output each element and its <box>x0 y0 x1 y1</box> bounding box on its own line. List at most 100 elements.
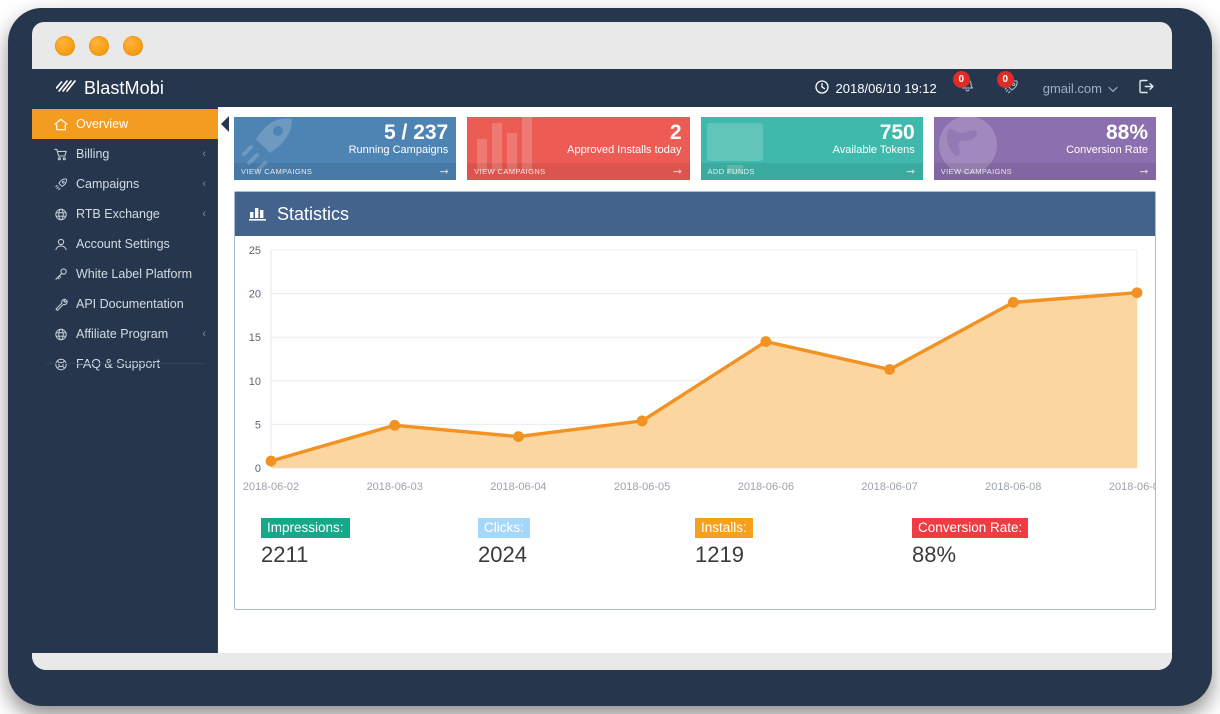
metric-value: 2211 <box>261 542 309 567</box>
statistics-area-chart[interactable]: 0 5 10 15 20 25 2018-06-02 2018-06-03 2018-06-04… <box>235 236 1155 514</box>
metric-label: Conversion Rate: <box>912 518 1029 538</box>
sidebar-label: Overview <box>76 117 129 131</box>
sidebar-label: API Documentation <box>76 297 184 311</box>
stat-card-action-label: VIEW CAMPAIGNS <box>940 167 1013 176</box>
user-icon <box>54 238 74 251</box>
data-point <box>1131 287 1143 299</box>
key-icon <box>54 267 74 281</box>
sidebar-label: Affiliate Program <box>76 327 169 341</box>
sidebar-label: FAQ & Support <box>76 357 161 371</box>
stat-card-value: 750 <box>879 121 915 144</box>
chevron-left-icon: ‹ <box>202 208 206 220</box>
stat-card-label: Conversion Rate <box>1066 144 1148 156</box>
wrench-icon <box>54 298 74 311</box>
sidebar: Overview Billing ‹ Campaigns ‹ RTB Excha… <box>32 107 229 653</box>
user-menu[interactable]: gmail.com <box>1043 81 1118 96</box>
window-dot-2[interactable] <box>89 35 109 56</box>
sidebar-item-faq-support[interactable]: FAQ & Support <box>32 349 218 379</box>
y-axis-tick: 5 <box>255 419 261 431</box>
stat-card-content: 2 Approved Installs today <box>567 121 681 157</box>
sidebar-divider <box>46 363 204 364</box>
statistics-panel: Statistics 0 5 10 15 20 25 2018-06-02 2018-06-0… <box>234 191 1156 610</box>
globe-icon <box>54 328 74 341</box>
notifications-button[interactable]: 0 <box>952 71 981 101</box>
window-dot-1[interactable] <box>55 35 75 56</box>
metric-value: 88% <box>912 542 957 567</box>
sidebar-item-overview[interactable]: Overview <box>32 109 229 139</box>
stat-card-running-campaigns[interactable]: 5 / 237 Running Campaigns VIEW CAMPAIGNS… <box>234 117 457 180</box>
user-menu-label: gmail.com <box>1042 80 1102 96</box>
sidebar-label: Campaigns <box>76 177 140 191</box>
data-point <box>1007 296 1019 308</box>
sidebar-item-billing[interactable]: Billing ‹ <box>32 139 218 169</box>
bar-chart-icon <box>249 203 268 226</box>
stat-card-action[interactable]: ADD FUNDS ➞ <box>700 163 923 180</box>
statistics-panel-title: Statistics <box>277 203 350 224</box>
stat-card-conversion-rate[interactable]: 88% Conversion Rate VIEW CAMPAIGNS ➞ <box>933 117 1156 180</box>
stat-card-value: 88% <box>1105 121 1148 144</box>
x-axis-tick: 2018-06-08 <box>985 481 1041 493</box>
notifications-count: 0 <box>952 71 970 88</box>
brand-name: BlastMobi <box>84 77 164 98</box>
chevron-left-icon: ‹ <box>202 148 206 160</box>
stat-card-available-tokens[interactable]: 750 Available Tokens ADD FUNDS ➞ <box>700 117 923 180</box>
metric-label: Clicks: <box>478 518 530 538</box>
messages-button[interactable]: 0 <box>996 71 1025 101</box>
arrow-circle-right-icon: ➞ <box>906 166 916 178</box>
stat-card-content: 5 / 237 Running Campaigns <box>349 121 449 157</box>
stat-card-label: Approved Installs today <box>567 144 682 156</box>
stat-card-label: Running Campaigns <box>348 144 449 156</box>
x-axis-tick: 2018-06-02 <box>243 481 299 493</box>
sidebar-item-campaigns[interactable]: Campaigns ‹ <box>32 169 218 199</box>
sidebar-item-white-label-platform[interactable]: White Label Platform <box>32 259 218 289</box>
data-point <box>389 419 401 431</box>
stat-card-label: Available Tokens <box>832 144 915 156</box>
stat-cards: 5 / 237 Running Campaigns VIEW CAMPAIGNS… <box>234 117 1156 180</box>
arrow-circle-right-icon: ➞ <box>439 166 450 178</box>
metric-label: Impressions: <box>261 518 350 538</box>
top-bar: BlastMobi 2018/06/10 19:12 0 0 gmail.com <box>32 69 1172 107</box>
y-axis-tick: 15 <box>249 332 261 344</box>
main-content: 5 / 237 Running Campaigns VIEW CAMPAIGNS… <box>218 107 1172 653</box>
stat-card-action[interactable]: VIEW CAMPAIGNS ➞ <box>467 163 690 180</box>
home-icon <box>54 118 74 131</box>
chevron-left-icon: ‹ <box>202 328 206 340</box>
metric-impressions: Impressions: 2211 <box>261 518 478 568</box>
sidebar-item-api-documentation[interactable]: API Documentation <box>32 289 218 319</box>
statistics-panel-body: 0 5 10 15 20 25 2018-06-02 2018-06-03 2018-06-04… <box>235 236 1155 609</box>
globe-icon <box>54 208 74 221</box>
y-axis-tick: 0 <box>255 463 261 475</box>
stat-card-action-label: ADD FUNDS <box>707 167 755 176</box>
sidebar-label: Account Settings <box>76 237 170 251</box>
logout-button[interactable] <box>1136 77 1156 99</box>
lifebuoy-icon <box>54 358 74 371</box>
statistics-panel-header: Statistics <box>235 192 1155 236</box>
brand-logo[interactable]: BlastMobi <box>32 69 218 107</box>
y-axis-tick: 25 <box>249 245 261 257</box>
metric-conversion-rate: Conversion Rate: 88% <box>912 518 1129 568</box>
data-point <box>760 336 772 347</box>
stat-card-value: 5 / 237 <box>384 121 449 144</box>
browser-chrome: BlastMobi 2018/06/10 19:12 0 0 gmail.com… <box>32 22 1172 670</box>
metric-value: 1219 <box>695 542 744 567</box>
x-axis-tick: 2018-06-06 <box>738 481 794 493</box>
window-dot-3[interactable] <box>123 35 143 56</box>
cart-icon <box>54 148 74 161</box>
window-bottom-strip <box>32 653 1172 670</box>
stat-card-approved-installs[interactable]: 2 Approved Installs today VIEW CAMPAIGNS… <box>467 117 690 180</box>
stat-card-action[interactable]: VIEW CAMPAIGNS ➞ <box>234 163 457 180</box>
stat-card-action[interactable]: VIEW CAMPAIGNS ➞ <box>933 163 1156 180</box>
sidebar-label: White Label Platform <box>76 267 193 281</box>
x-axis-tick: 2018-06-09 <box>1109 481 1155 493</box>
data-point <box>513 431 524 443</box>
sidebar-item-account-settings[interactable]: Account Settings <box>32 229 218 259</box>
sidebar-item-affiliate-program[interactable]: Affiliate Program ‹ <box>32 319 218 349</box>
sidebar-item-rtb-exchange[interactable]: RTB Exchange ‹ <box>32 199 218 229</box>
chevron-down-icon <box>1108 81 1118 96</box>
stat-card-content: 88% Conversion Rate <box>1066 121 1148 157</box>
metric-installs: Installs: 1219 <box>695 518 912 568</box>
y-axis-tick: 10 <box>249 376 261 388</box>
arrow-circle-right-icon: ➞ <box>1139 166 1149 178</box>
data-point <box>265 455 277 467</box>
stat-card-content: 750 Available Tokens <box>833 121 915 157</box>
